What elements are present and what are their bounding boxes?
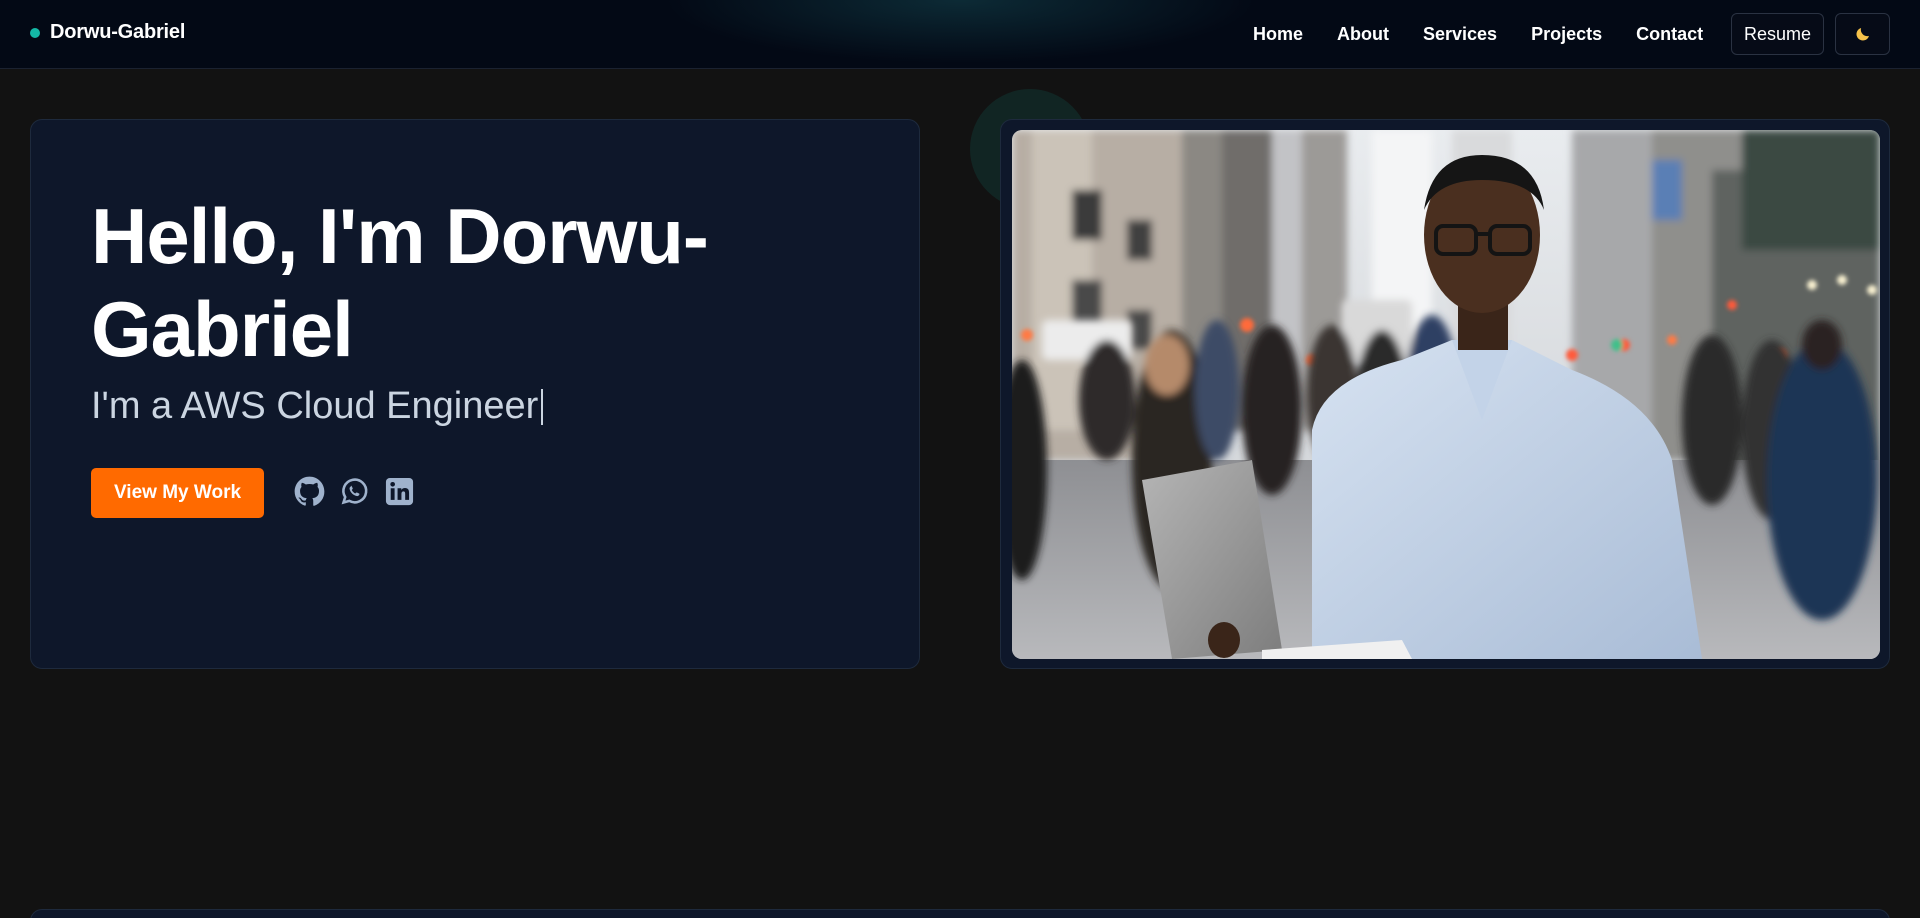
linkedin-link[interactable] — [383, 475, 415, 507]
brand-name[interactable]: Dorwu-Gabriel — [50, 21, 185, 44]
moon-icon — [1855, 28, 1869, 41]
view-my-work-button[interactable]: View My Work — [91, 468, 264, 518]
nav-link-services[interactable]: Services — [1423, 24, 1497, 45]
theme-toggle-button[interactable] — [1835, 13, 1890, 55]
brand-dot — [30, 27, 40, 38]
nav-link-about[interactable]: About — [1337, 24, 1389, 45]
typed-role-text: I'm a AWS Cloud Engineer — [91, 385, 539, 427]
profile-photo-card — [1000, 119, 1890, 669]
brand[interactable]: Dorwu-Gabriel — [30, 21, 185, 44]
city-street-photo — [1012, 130, 1880, 659]
hero-title-line-2: Gabriel — [91, 285, 354, 373]
next-section-card — [30, 909, 1890, 918]
github-link[interactable] — [293, 475, 325, 507]
nav-links: Home About Services Projects Contact — [1253, 0, 1737, 69]
typing-caret — [541, 388, 544, 425]
whatsapp-icon — [341, 477, 367, 504]
hero-title: Hello, I'm Dorwu- Gabriel — [91, 190, 791, 376]
hero-title-line-1: Hello, I'm Dorwu- — [91, 192, 709, 280]
resume-button[interactable]: Resume — [1731, 13, 1824, 55]
hero-subtitle: I'm a AWS Cloud Engineer — [91, 385, 544, 428]
whatsapp-link[interactable] — [338, 475, 370, 507]
github-icon — [294, 476, 324, 506]
social-links — [293, 475, 415, 507]
nav-link-contact[interactable]: Contact — [1636, 24, 1703, 45]
profile-photo — [1012, 130, 1880, 659]
hero-card: Hello, I'm Dorwu- Gabriel I'm a AWS Cloud… — [30, 119, 920, 669]
nav-link-home[interactable]: Home — [1253, 24, 1303, 45]
navbar: Dorwu-Gabriel Home About Services Projec… — [0, 0, 1920, 69]
linkedin-icon — [385, 477, 413, 505]
nav-link-projects[interactable]: Projects — [1531, 24, 1602, 45]
